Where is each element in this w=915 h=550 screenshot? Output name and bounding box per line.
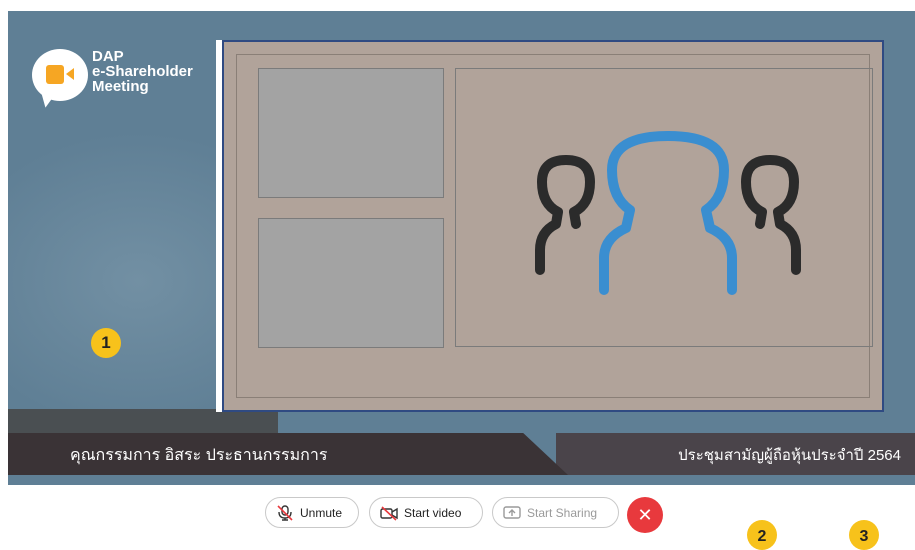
app-logo-text: DAP e-Shareholder Meeting	[92, 49, 193, 94]
meeting-title: ประชุมสามัญผู้ถือหุ้นประจำปี 2564	[678, 447, 901, 464]
logo-line-2: e-Shareholder	[92, 63, 193, 80]
logo-line-1: DAP	[92, 48, 124, 65]
unmute-label: Unmute	[300, 505, 343, 520]
speaker-name: คุณกรรมการ อิสระ ประธานกรรมการ	[70, 447, 328, 464]
annotation-marker-2: 2	[747, 520, 777, 550]
share-screen-icon	[503, 505, 521, 519]
start-video-button[interactable]: Start video	[369, 497, 483, 528]
participants-icon	[535, 131, 801, 295]
end-call-button[interactable]: ✕	[627, 497, 663, 533]
annotation-marker: 1	[91, 328, 121, 358]
start-sharing-label: Start Sharing	[527, 505, 598, 520]
lower-third-banner: คุณกรรมการ อิสระ ประธานกรรมการ ประชุมสาม…	[8, 409, 915, 485]
meeting-controls-bar: Unmute Start video Start Sharing ✕ 2 3	[0, 494, 915, 550]
start-sharing-button[interactable]: Start Sharing	[492, 497, 619, 528]
logo-icon	[32, 49, 88, 101]
video-camera-icon	[46, 65, 64, 84]
video-tile-bottom	[258, 218, 444, 348]
annotation-marker-3: 3	[849, 520, 879, 550]
close-icon: ✕	[637, 505, 653, 525]
video-tile-top	[258, 68, 444, 198]
start-video-label: Start video	[404, 505, 462, 520]
mic-off-icon	[277, 504, 293, 521]
logo-line-3: Meeting	[92, 78, 149, 95]
video-off-icon	[380, 505, 398, 521]
unmute-button[interactable]: Unmute	[265, 497, 359, 528]
